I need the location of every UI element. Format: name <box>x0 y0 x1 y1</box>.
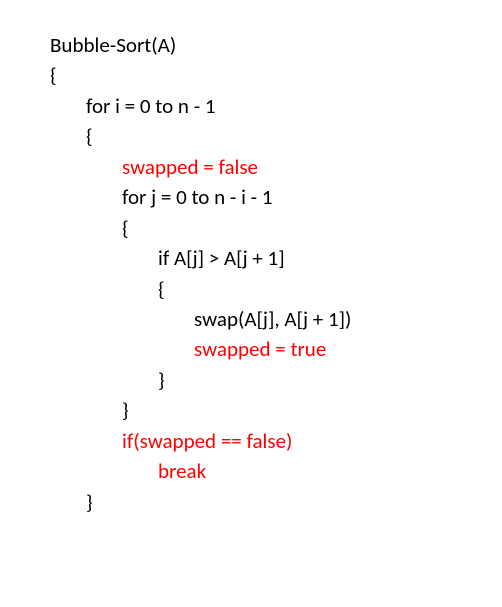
outer-for-loop: for i = 0 to n - 1 <box>50 91 502 121</box>
function-open-brace: { <box>50 60 502 90</box>
inner-open-brace: { <box>50 213 502 243</box>
outer-open-brace: { <box>50 121 502 151</box>
outer-close-brace: } <box>50 487 502 517</box>
pseudocode-block: Bubble-Sort(A) { for i = 0 to n - 1 { sw… <box>0 0 502 517</box>
swapped-set: swapped = true <box>50 334 502 364</box>
if-open-brace: { <box>50 274 502 304</box>
if-condition: if A[j] > A[j + 1] <box>50 243 502 273</box>
inner-close-brace: } <box>50 395 502 425</box>
function-signature: Bubble-Sort(A) <box>50 30 502 60</box>
break-condition: if(swapped == false) <box>50 426 502 456</box>
break-statement: break <box>50 456 502 486</box>
inner-for-loop: for j = 0 to n - i - 1 <box>50 182 502 212</box>
swapped-init: swapped = false <box>50 152 502 182</box>
if-close-brace: } <box>50 365 502 395</box>
swap-call: swap(A[j], A[j + 1]) <box>50 304 502 334</box>
